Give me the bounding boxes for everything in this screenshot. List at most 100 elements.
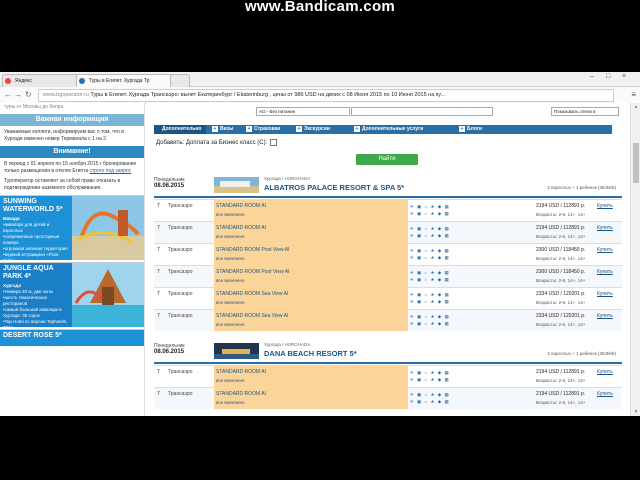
option-label: Дополнительные услуги	[362, 126, 424, 132]
nights-count: 7	[157, 313, 160, 319]
ages: Возрасты: 2-6, 14+, 14+	[536, 322, 586, 327]
airline: Трансаэро	[168, 269, 193, 275]
scrollbar-thumb[interactable]	[633, 143, 639, 183]
address-bar: ← → ↻ www.bgoperator.ru Туры в Египет. Х…	[0, 87, 640, 104]
scroll-up-icon[interactable]: ▲	[631, 104, 640, 110]
meal-plan: все включено	[216, 300, 245, 305]
promo-sunwing[interactable]: SUNWING WATERWORLD 5* Макади •аквапарк д…	[0, 195, 144, 263]
meal-plan: все включено	[216, 378, 245, 383]
nights-count: 7	[157, 269, 160, 275]
divider	[154, 362, 622, 364]
buy-link[interactable]: Купить	[597, 313, 613, 319]
forward-icon[interactable]: →	[14, 90, 22, 99]
room-cell: STANDARD ROOM Sea View AI все включено	[214, 310, 408, 331]
option-services[interactable]: + Дополнительные услуги	[354, 125, 423, 134]
buy-link[interactable]: Купить	[597, 203, 613, 209]
buy-link[interactable]: Купить	[597, 225, 613, 231]
service-icons: ✈ ▣ ⌂ ★ ◆ ▦ ✈ ▣ ⌂ ★ ◆ ▦	[410, 270, 450, 282]
plus-icon: +	[246, 126, 252, 132]
room-type-link[interactable]: STANDARD ROOM Pool View AI	[216, 269, 289, 275]
maximize-icon[interactable]: □	[606, 73, 610, 80]
important-text: Уважаемые коллеги, информируем вас о том…	[4, 129, 124, 142]
promo-line: •шесть тематических ресторанов	[3, 295, 48, 306]
business-class-label: Добавить: Доплата за Бизнес класс (C):	[156, 140, 268, 147]
option-insurance[interactable]: + Страховки	[246, 125, 280, 134]
option-label: Дополнительно	[162, 126, 202, 132]
left-sidebar: туры от Москвы до Кипра Важная информаци…	[0, 103, 145, 416]
hotel-name-link[interactable]: ALBATROS PALACE RESORT & SPA 5*	[264, 183, 404, 192]
room-type-link[interactable]: STANDARD ROOM AI	[216, 225, 266, 231]
meal-plan: все включено	[216, 212, 245, 217]
plus-icon: +	[296, 126, 302, 132]
hotel-region: Хургада / HURGHADA	[264, 176, 311, 181]
buy-link[interactable]: Купить	[597, 247, 613, 253]
main-content: AO - Без питания Показывать отели в Допо…	[146, 103, 630, 416]
ages: Возрасты: 2-6, 14+, 14+	[536, 378, 586, 383]
buy-link[interactable]: Купить	[597, 369, 613, 375]
airline: Трансаэро	[168, 291, 193, 297]
price: 2194 USD / 112891 р.	[536, 203, 586, 209]
back-icon[interactable]: ←	[4, 90, 12, 99]
promo-title: SUNWING WATERWORLD 5*	[3, 198, 63, 213]
ages: Возрасты: 2-6, 14+, 14+	[536, 256, 586, 261]
hotel-thumbnail[interactable]	[214, 343, 259, 359]
option-blogs[interactable]: + Блоги	[459, 125, 482, 134]
url-input[interactable]: www.bgoperator.ru Туры в Египет. Хургада…	[38, 89, 614, 102]
buy-link[interactable]: Купить	[597, 391, 613, 397]
hotel-region: Хургада / HURGHADA	[264, 342, 311, 347]
option-excursions[interactable]: + Экскурсии	[296, 125, 330, 134]
browser-window: Яндекс Туры в Египет. Хургада Тр – □ × ←…	[0, 72, 640, 416]
pax-info: 2 взрослых + 1 ребенок (36/36/6)	[547, 351, 616, 356]
airline: Трансаэро	[168, 247, 193, 253]
buy-link[interactable]: Купить	[597, 269, 613, 275]
ages: Возрасты: 2-6, 14+, 14+	[536, 400, 586, 405]
option-extra[interactable]: Дополнительно	[154, 125, 206, 134]
find-button[interactable]: Найти	[356, 154, 418, 165]
tab-yandex[interactable]: Яндекс	[2, 74, 86, 87]
menu-icon[interactable]: ≡	[631, 90, 636, 99]
tour-date: Понедельник 08.06.2015	[154, 177, 185, 189]
sort-select[interactable]: Показывать отели в	[551, 107, 619, 116]
tab-title: Туры в Египет. Хургада Тр	[89, 78, 150, 84]
offer-row: 7 Трансаэро STANDARD ROOM AI все включено ✈ …	[154, 221, 622, 243]
promo-desert-rose[interactable]: DESERT ROSE 5*	[0, 329, 144, 346]
room-cell: STANDARD ROOM AI все включено	[214, 200, 408, 221]
recording-watermark: www.Bandicam.com	[244, 0, 396, 15]
aquapark-image	[72, 263, 144, 327]
option-label: Визы	[220, 126, 234, 132]
hotel-thumbnail[interactable]	[214, 177, 259, 193]
promo-jungle[interactable]: JUNGLE AQUA PARK 4* Хургада •Номера 40 м…	[0, 262, 144, 330]
business-class-checkbox[interactable]	[270, 139, 278, 146]
nights-count: 7	[157, 203, 160, 209]
offer-row: 7 Трансаэро STANDARD ROOM AI все включено ✈ …	[154, 199, 622, 221]
new-tab-button[interactable]	[170, 74, 190, 87]
room-type-link[interactable]: STANDARD ROOM AI	[216, 203, 266, 209]
reload-icon[interactable]: ↻	[25, 90, 32, 99]
meal-select[interactable]: AO - Без питания	[256, 107, 350, 116]
attention-text-2: Туроператор оставляет за собой право отк…	[4, 178, 121, 191]
room-type-link[interactable]: STANDARD ROOM Sea View AI	[216, 313, 288, 319]
plus-icon: +	[212, 126, 218, 132]
nights-count: 7	[157, 369, 160, 375]
offer-row: 7 Трансаэро STANDARD ROOM Sea View AI все в…	[154, 287, 622, 309]
attention-header: Внимание!	[0, 146, 144, 158]
service-icons: ✈ ▣ ⌂ ★ ◆ ▦ ✈ ▣ ⌂ ★ ◆ ▦	[410, 292, 450, 304]
hotel-name-link[interactable]: DANA BEACH RESORT 5*	[264, 349, 357, 358]
minimize-icon[interactable]: –	[590, 73, 594, 80]
scroll-down-icon[interactable]: ▼	[631, 409, 640, 415]
room-type-link[interactable]: STANDARD ROOM Pool View AI	[216, 247, 289, 253]
close-icon[interactable]: ×	[622, 73, 626, 80]
plus-icon: +	[354, 126, 360, 132]
buy-link[interactable]: Купить	[597, 291, 613, 297]
room-type-link[interactable]: STANDARD ROOM AI	[216, 369, 266, 375]
hotel-header: Понедельник 08.06.2015 Хургада / HURGHADA…	[154, 175, 622, 195]
tab-bgoperator[interactable]: Туры в Египет. Хургада Тр	[76, 74, 180, 87]
filter-input[interactable]	[351, 107, 493, 116]
room-type-link[interactable]: STANDARD ROOM AI	[216, 391, 266, 397]
room-type-link[interactable]: STANDARD ROOM Sea View AI	[216, 291, 288, 297]
option-visas[interactable]: + Визы	[212, 125, 233, 134]
page-scrollbar[interactable]: ▲ ▼	[630, 103, 640, 416]
on-request-link[interactable]: строго под запрос	[90, 168, 132, 174]
room-cell: STANDARD ROOM AI все включено	[214, 222, 408, 243]
attention-text: В период с 01 апреля по 15 ноября 2015 г…	[4, 161, 140, 175]
